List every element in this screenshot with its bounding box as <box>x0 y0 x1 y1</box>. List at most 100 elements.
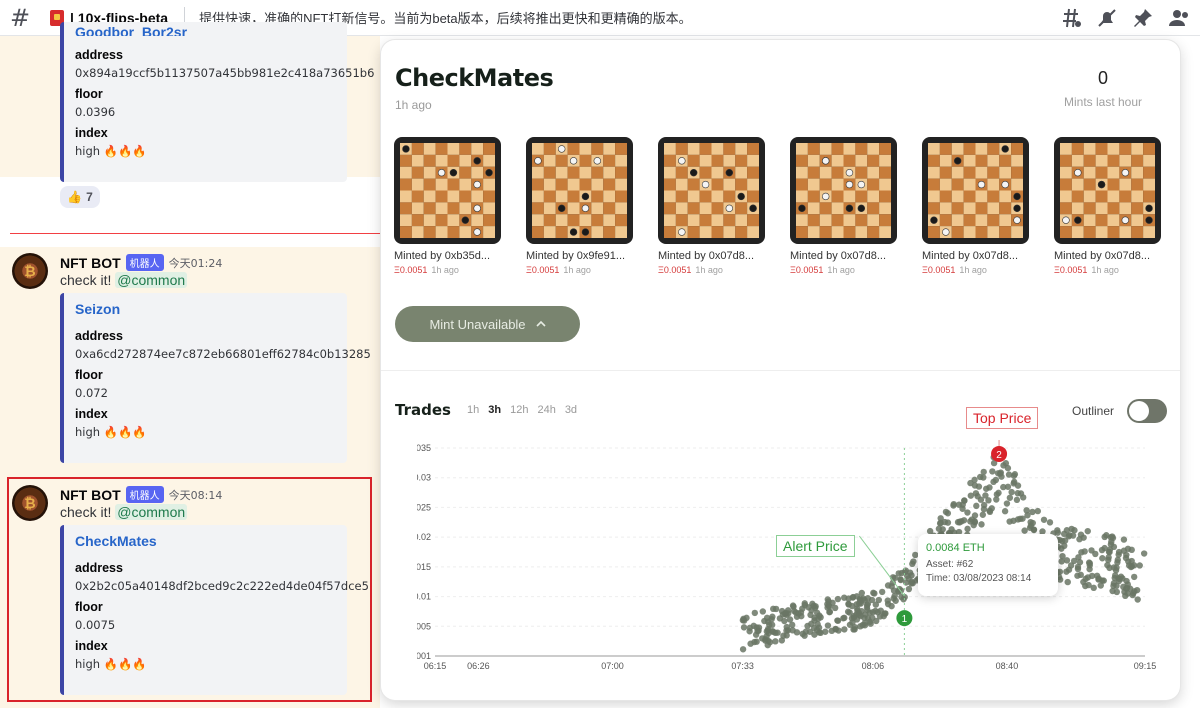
chess-piece <box>569 228 578 236</box>
chess-piece <box>485 168 493 177</box>
x-tick-label: 08:40 <box>996 661 1019 671</box>
outliner-label: Outliner <box>1072 404 1115 418</box>
mint-card[interactable]: Minted by 0x07d8... Ξ0.0051 1h ago <box>790 137 898 275</box>
avatar[interactable]: ₿ <box>12 253 48 289</box>
trade-point <box>905 575 912 582</box>
author-name[interactable]: NFT BOT <box>60 255 121 271</box>
trade-point <box>751 638 758 646</box>
chess-piece <box>930 216 938 224</box>
trade-point <box>1069 532 1077 539</box>
embed-title[interactable]: Goodbor_Bor2sr <box>75 24 337 36</box>
trade-point <box>982 492 989 499</box>
trade-point <box>905 585 913 593</box>
reaction-thumbs-up[interactable]: 👍 7 <box>60 186 100 208</box>
panel-divider <box>381 370 1180 371</box>
trade-point <box>891 592 898 600</box>
trade-point <box>1067 562 1075 569</box>
trade-point <box>739 617 747 624</box>
reaction-count: 7 <box>86 190 93 204</box>
chess-piece <box>581 204 590 213</box>
mute-icon[interactable] <box>1094 6 1120 30</box>
x-tick-label: 07:00 <box>601 661 624 671</box>
trade-point <box>1010 517 1017 524</box>
trade-point <box>1084 527 1091 535</box>
x-tick-label: 06:26 <box>467 661 490 671</box>
mints-count: 0 <box>1097 68 1108 88</box>
chess-piece <box>689 168 698 177</box>
chess-piece <box>581 228 590 236</box>
embed-title[interactable]: Seizon <box>75 301 337 317</box>
bitcoin-icon: ₿ <box>24 263 36 279</box>
price-row: Ξ0.0051 1h ago <box>394 265 502 275</box>
members-icon[interactable] <box>1166 6 1192 30</box>
pin-icon[interactable] <box>1130 6 1156 30</box>
trade-point <box>1124 545 1132 553</box>
chess-piece <box>749 204 757 213</box>
range-24h[interactable]: 24h <box>537 404 555 416</box>
trade-point <box>1084 574 1092 581</box>
trade-point <box>1122 585 1130 592</box>
trade-point <box>815 615 822 622</box>
mints-label: Mints last hour <box>1063 95 1143 109</box>
trade-point <box>746 624 754 631</box>
chess-piece <box>402 145 410 153</box>
trade-point <box>832 626 839 633</box>
trade-point <box>1026 524 1034 531</box>
trade-point <box>1000 483 1007 491</box>
y-tick-label: 0.03 <box>417 473 431 483</box>
chess-piece <box>1097 180 1106 189</box>
message-body: check it! <box>60 272 112 288</box>
trade-point <box>888 602 895 610</box>
minted-by: Minted by 0x07d8... <box>922 250 1019 262</box>
trade-point <box>840 615 847 622</box>
trade-point <box>900 596 907 603</box>
top-price-label: Top Price <box>966 407 1039 429</box>
trade-point <box>834 595 842 603</box>
message-header: NFT BOT 机器人 今天01:24 <box>60 254 222 271</box>
mint-button[interactable]: Mint Unavailable <box>395 306 580 342</box>
mint-price: Ξ0.0051 <box>922 265 956 275</box>
trade-point <box>1006 494 1014 501</box>
tooltip-asset: Asset: #62 <box>926 559 974 570</box>
y-tick-label: 0.00001 <box>417 651 431 661</box>
chess-piece <box>1145 216 1153 224</box>
index-label: index <box>75 407 108 421</box>
chess-piece <box>725 168 734 177</box>
address-value: 0xa6cd272874ee7c872eb66801eff62784c0b132… <box>75 347 371 361</box>
chess-piece <box>534 157 542 165</box>
chess-piece <box>1074 168 1082 177</box>
new-messages-divider <box>10 233 385 234</box>
mint-card[interactable]: Minted by 0x07d8... Ξ0.0051 1h ago <box>658 137 766 275</box>
chess-piece <box>678 228 686 236</box>
trade-point <box>1060 530 1068 538</box>
trade-point <box>1113 588 1121 596</box>
trade-point <box>822 628 829 635</box>
trade-point <box>1017 515 1024 523</box>
outliner-toggle[interactable] <box>1127 399 1167 423</box>
trade-point <box>1054 529 1062 536</box>
chess-piece <box>942 228 950 236</box>
range-12h[interactable]: 12h <box>510 404 528 416</box>
trade-point <box>1101 533 1108 541</box>
trade-point <box>812 603 819 610</box>
trade-point <box>1077 571 1084 579</box>
trade-point <box>944 510 952 517</box>
range-3d[interactable]: 3d <box>565 404 577 416</box>
mint-card[interactable]: Minted by 0x9fe91... Ξ0.0051 1h ago <box>526 137 634 275</box>
threads-icon[interactable] <box>1058 6 1084 30</box>
mint-card[interactable]: Minted by 0xb35d... Ξ0.0051 1h ago <box>394 137 502 275</box>
trade-point <box>1023 507 1030 514</box>
range-3h[interactable]: 3h <box>488 404 501 416</box>
collection-age: 1h ago <box>395 98 432 112</box>
floor-value: 0.072 <box>75 386 108 400</box>
trade-point <box>806 628 814 635</box>
mint-card[interactable]: Minted by 0x07d8... Ξ0.0051 1h ago <box>922 137 1030 275</box>
mint-card[interactable]: Minted by 0x07d8... Ξ0.0051 1h ago <box>1054 137 1162 275</box>
trade-point <box>793 629 801 636</box>
chessboard-image <box>922 137 1029 244</box>
mint-price: Ξ0.0051 <box>790 265 824 275</box>
mention[interactable]: @common <box>115 272 188 288</box>
range-1h[interactable]: 1h <box>467 404 479 416</box>
chess-piece <box>725 204 734 213</box>
trade-point <box>967 479 974 487</box>
